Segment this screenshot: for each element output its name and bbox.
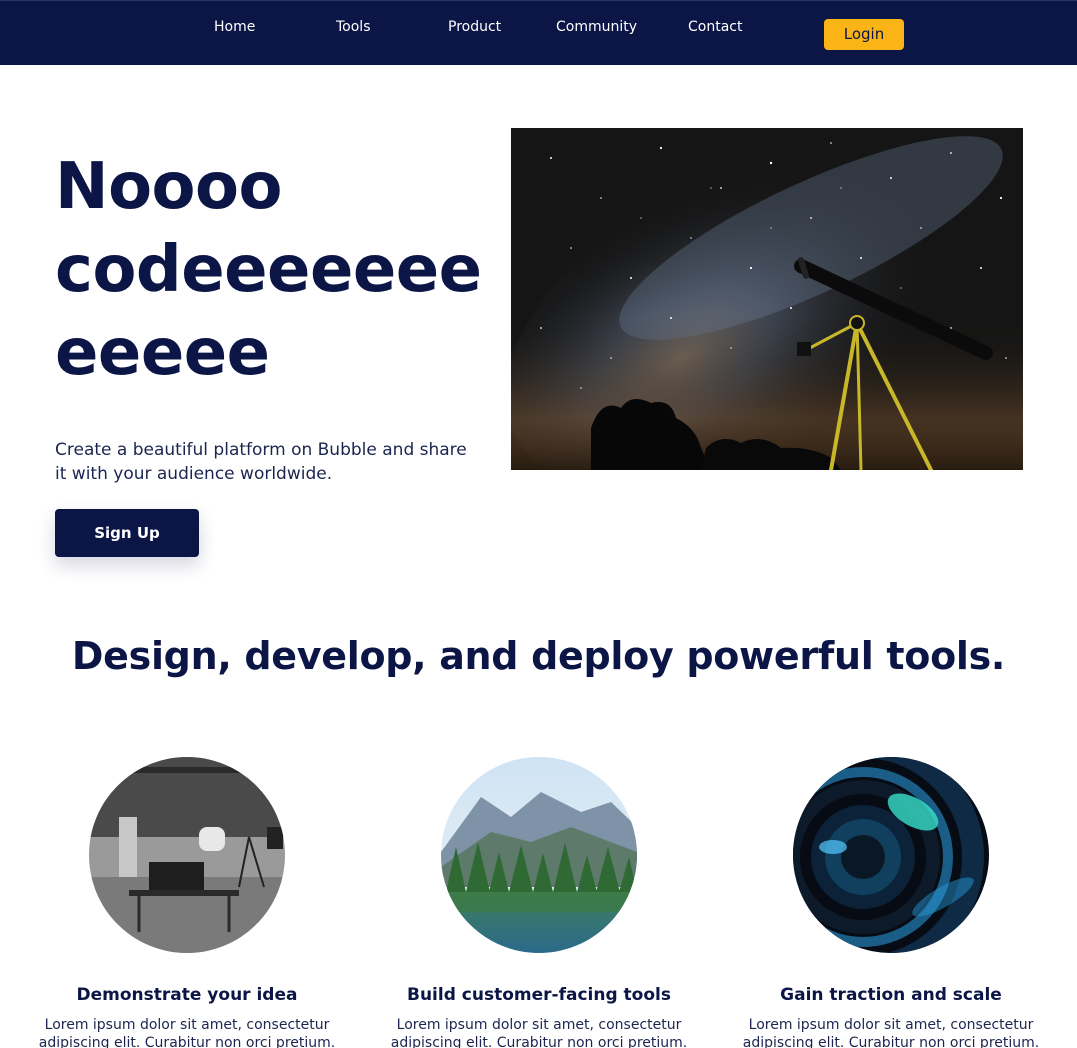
feature-description: Lorem ipsum dolor sit amet, consectetur …: [38, 1017, 336, 1048]
feature-description: Lorem ipsum dolor sit amet, consectetur …: [390, 1017, 688, 1048]
hero-telescope-image: [511, 128, 1023, 470]
hero-title-line-1: Noooo: [55, 150, 282, 224]
feature-title: Demonstrate your idea: [76, 985, 298, 1005]
mountain-lake-illustration: [441, 757, 637, 953]
sign-up-button[interactable]: Sign Up: [55, 509, 199, 557]
nav-link-contact[interactable]: Contact: [688, 19, 742, 35]
nav-link-home[interactable]: Home: [214, 19, 255, 35]
telescope-night-sky-illustration: [511, 128, 1023, 470]
hero-subtitle: Create a beautiful platform on Bubble an…: [55, 440, 467, 484]
nav-link-community[interactable]: Community: [556, 19, 637, 35]
top-navbar: Home Tools Product Community Contact Log…: [0, 0, 1077, 65]
nav-link-product[interactable]: Product: [448, 19, 501, 35]
section-heading: Design, develop, and deploy powerful too…: [71, 634, 1006, 678]
feature-image-camera-lens: [793, 757, 989, 953]
hero-title-line-2: codeeeeeee: [55, 233, 482, 307]
nav-link-tools[interactable]: Tools: [336, 19, 371, 35]
feature-title: Gain traction and scale: [780, 985, 1002, 1005]
hero-title-line-3: eeeee: [55, 316, 270, 390]
camera-lens-illustration: [793, 757, 989, 953]
login-button[interactable]: Login: [824, 19, 904, 50]
photo-studio-illustration: [89, 757, 285, 953]
feature-image-studio: [89, 757, 285, 953]
hero-title: Noooo codeeeeeee eeeee: [55, 146, 495, 395]
feature-description: Lorem ipsum dolor sit amet, consectetur …: [742, 1017, 1040, 1048]
feature-image-mountain-lake: [441, 757, 637, 953]
feature-title: Build customer-facing tools: [407, 985, 671, 1005]
